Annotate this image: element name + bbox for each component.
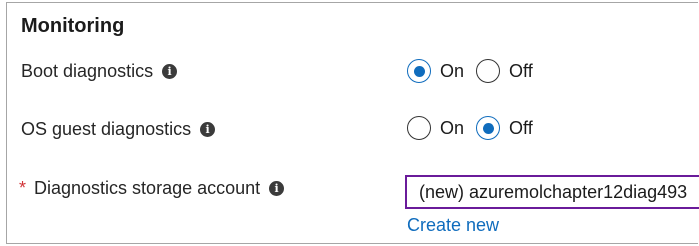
radio-label: On bbox=[440, 117, 465, 138]
info-icon[interactable]: i bbox=[200, 122, 216, 137]
monitoring-panel: Monitoring Boot diagnostics i On Off OS … bbox=[6, 2, 699, 244]
radio-checked-icon[interactable] bbox=[476, 116, 501, 140]
os-guest-diagnostics-off-radio[interactable]: Off bbox=[476, 116, 533, 140]
boot-diagnostics-radio-group: On Off bbox=[407, 59, 545, 83]
info-icon[interactable]: i bbox=[269, 181, 285, 196]
radio-label: Off bbox=[509, 117, 533, 138]
radio-checked-icon[interactable] bbox=[407, 59, 431, 83]
boot-diagnostics-on-radio[interactable]: On bbox=[407, 59, 464, 83]
info-icon[interactable]: i bbox=[162, 64, 178, 79]
boot-diagnostics-label-row: Boot diagnostics i bbox=[21, 61, 178, 82]
boot-diagnostics-label: Boot diagnostics bbox=[21, 61, 154, 81]
radio-label: On bbox=[440, 60, 465, 81]
os-guest-diagnostics-on-radio[interactable]: On bbox=[407, 116, 464, 140]
storage-account-select[interactable] bbox=[405, 175, 699, 209]
os-guest-diagnostics-label: OS guest diagnostics bbox=[21, 119, 192, 139]
os-guest-diagnostics-radio-group: On Off bbox=[407, 116, 545, 140]
radio-unchecked-icon[interactable] bbox=[407, 116, 431, 140]
os-guest-diagnostics-label-row: OS guest diagnostics i bbox=[21, 119, 216, 140]
required-asterisk: * bbox=[19, 178, 27, 198]
storage-account-label: Diagnostics storage account bbox=[34, 178, 261, 198]
section-title: Monitoring bbox=[21, 15, 125, 37]
storage-account-label-row: * Diagnostics storage account i bbox=[19, 178, 285, 199]
radio-label: Off bbox=[509, 60, 533, 81]
radio-unchecked-icon[interactable] bbox=[476, 59, 501, 83]
create-new-link[interactable]: Create new bbox=[407, 215, 499, 236]
boot-diagnostics-off-radio[interactable]: Off bbox=[476, 59, 533, 83]
